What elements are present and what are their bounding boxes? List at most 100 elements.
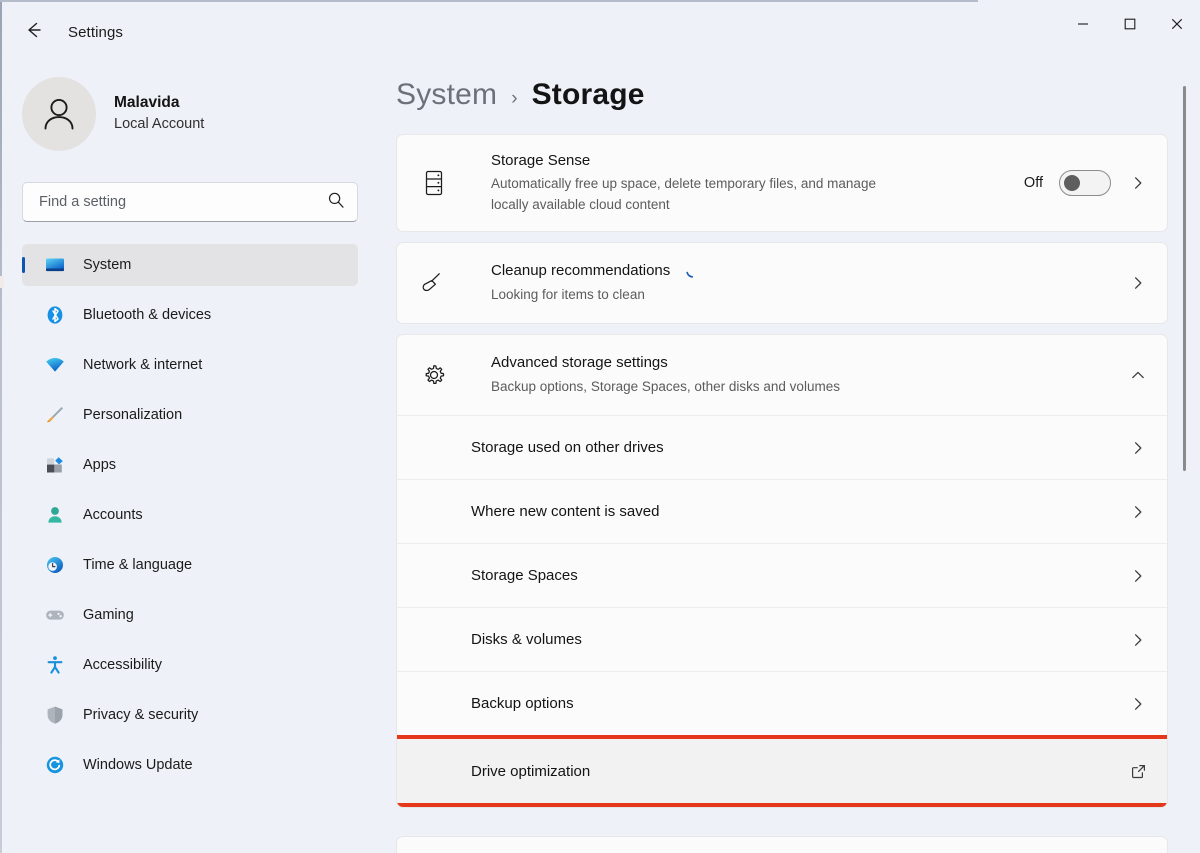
settings-cards: Storage Sense Automatically free up spac… — [388, 134, 1168, 853]
chevron-right-icon — [1127, 504, 1149, 520]
display-monitor-icon — [43, 253, 67, 277]
sidebar-item-accessibility[interactable]: Accessibility — [22, 644, 358, 686]
search-icon — [327, 191, 345, 214]
gear-icon — [419, 362, 449, 388]
storage-sense-controls: Off — [1024, 170, 1149, 196]
sidebar-item-label: Accessibility — [83, 657, 162, 673]
search-box[interactable] — [22, 182, 358, 222]
storage-sense-subtitle: Automatically free up space, delete temp… — [491, 176, 876, 213]
storage-sense-row[interactable]: Storage Sense Automatically free up spac… — [397, 135, 1167, 231]
sub-item-label: Drive optimization — [471, 762, 591, 780]
sidebar-item-gaming[interactable]: Gaming — [22, 594, 358, 636]
window-border-notch — [0, 276, 4, 288]
cleanup-recommendations-row[interactable]: Cleanup recommendations Looking for item… — [397, 243, 1167, 323]
sidebar-item-label: Personalization — [83, 407, 183, 423]
chevron-up-icon — [1127, 367, 1149, 383]
account-text: Malavida Local Account — [114, 93, 204, 134]
sidebar-item-label: System — [83, 257, 132, 273]
sidebar-item-label: Network & internet — [83, 357, 203, 373]
sidebar-item-windows-update[interactable]: Windows Update — [22, 744, 358, 786]
page-title: Storage — [531, 78, 645, 111]
maximize-button[interactable] — [1106, 0, 1153, 48]
sidebar-item-label: Apps — [83, 457, 117, 473]
storage-sense-card: Storage Sense Automatically free up spac… — [396, 134, 1168, 232]
sidebar-nav: System Bluetooth & devices Network & int… — [22, 244, 358, 794]
sidebar-item-accounts[interactable]: Accounts — [22, 494, 358, 536]
toggle-knob — [1064, 175, 1080, 191]
highlight-annotation: Drive optimization — [397, 735, 1167, 807]
sub-item-storage-spaces[interactable]: Storage Spaces — [397, 543, 1167, 607]
storage-sense-toggle-state: Off — [1023, 175, 1043, 191]
sub-item-label: Backup options — [471, 695, 574, 712]
storage-sense-text: Storage Sense Automatically free up spac… — [491, 150, 1024, 217]
advanced-storage-settings-text: Advanced storage settings Backup options… — [491, 352, 1127, 398]
paintbrush-icon — [43, 403, 67, 427]
wifi-icon — [43, 353, 67, 377]
cleanup-title-label: Cleanup recommendations — [491, 262, 671, 280]
cleanup-recommendations-controls — [1127, 275, 1149, 291]
window-border-top — [0, 0, 978, 2]
minimize-icon — [1077, 23, 1088, 25]
app-title: Settings — [68, 23, 123, 41]
account-person-icon — [43, 503, 67, 527]
sub-item-where-new-content-is-saved[interactable]: Where new content is saved — [397, 479, 1167, 543]
back-button[interactable] — [14, 15, 52, 49]
sidebar-item-time-language[interactable]: Time & language — [22, 544, 358, 586]
broom-icon — [419, 269, 449, 297]
shield-icon — [43, 703, 67, 727]
sidebar-item-label: Privacy & security — [83, 707, 199, 723]
cleanup-recommendations-title: Cleanup recommendations — [491, 260, 1127, 282]
sub-item-label: Where new content is saved — [471, 503, 660, 520]
sub-item-backup-options[interactable]: Backup options — [397, 671, 1167, 735]
sidebar-item-bluetooth-devices[interactable]: Bluetooth & devices — [22, 294, 358, 336]
scrollbar-thumb[interactable] — [1183, 86, 1186, 471]
chevron-right-icon — [1127, 175, 1149, 191]
sidebar-item-network-internet[interactable]: Network & internet — [22, 344, 358, 386]
minimize-button[interactable] — [1059, 0, 1106, 48]
breadcrumb: System › Storage — [388, 64, 1168, 134]
breadcrumb-separator-icon: › — [511, 88, 518, 109]
accessibility-icon — [43, 653, 67, 677]
sidebar-item-label: Windows Update — [83, 757, 193, 773]
chevron-right-icon — [1127, 275, 1149, 291]
sidebar-item-system[interactable]: System — [22, 244, 358, 286]
sub-item-storage-used-on-other-drives[interactable]: Storage used on other drives — [397, 415, 1167, 479]
main-content: System › Storage Storage Sense Automatic… — [388, 64, 1200, 853]
loading-spinner-icon — [684, 263, 701, 280]
advanced-storage-settings-card: Advanced storage settings Backup options… — [396, 334, 1168, 808]
chevron-right-icon — [1127, 632, 1149, 648]
storage-sense-title: Storage Sense — [491, 151, 591, 169]
sub-item-disks-and-volumes[interactable]: Disks & volumes — [397, 607, 1167, 671]
next-card-partial[interactable] — [396, 836, 1168, 853]
update-refresh-icon — [43, 753, 67, 777]
close-icon — [1171, 18, 1182, 30]
gamepad-icon — [43, 603, 67, 627]
vertical-scrollbar[interactable] — [1178, 86, 1190, 853]
advanced-storage-settings-header[interactable]: Advanced storage settings Backup options… — [397, 335, 1167, 415]
account-card[interactable]: Malavida Local Account — [22, 64, 358, 160]
account-subtitle: Local Account — [114, 116, 205, 133]
sidebar-item-label: Accounts — [83, 507, 143, 523]
settings-window: Settings Malavida Local Account Find a s… — [0, 0, 1200, 853]
sub-item-drive-optimization[interactable]: Drive optimization — [397, 739, 1167, 803]
breadcrumb-parent[interactable]: System — [396, 78, 497, 112]
sidebar-item-label: Gaming — [83, 607, 134, 623]
sub-item-label: Storage Spaces — [471, 567, 578, 584]
chevron-right-icon — [1127, 440, 1149, 456]
sidebar-item-personalization[interactable]: Personalization — [22, 394, 358, 436]
sidebar-item-privacy-security[interactable]: Privacy & security — [22, 694, 358, 736]
sidebar-item-label: Bluetooth & devices — [83, 307, 212, 323]
advanced-storage-settings-title: Advanced storage settings — [491, 354, 668, 372]
cleanup-recommendations-text: Cleanup recommendations Looking for item… — [491, 260, 1127, 306]
search-input[interactable] — [39, 194, 327, 210]
window-border-left — [0, 0, 2, 853]
title-bar: Settings — [0, 0, 1200, 64]
active-indicator — [22, 257, 25, 273]
sub-item-label: Storage used on other drives — [471, 439, 664, 456]
account-name: Malavida — [114, 94, 180, 112]
maximize-icon — [1124, 18, 1135, 30]
close-button[interactable] — [1153, 0, 1200, 48]
storage-sense-toggle[interactable] — [1059, 170, 1111, 196]
chevron-right-icon — [1127, 696, 1149, 712]
sidebar-item-apps[interactable]: Apps — [22, 444, 358, 486]
